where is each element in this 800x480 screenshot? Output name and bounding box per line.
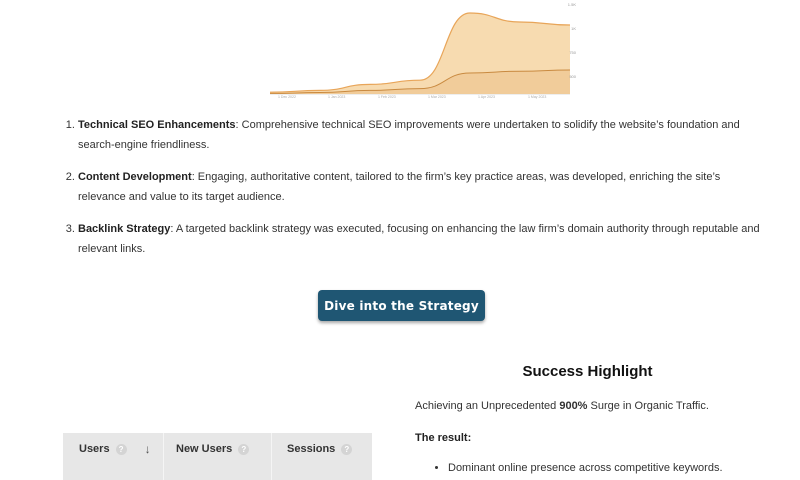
x-tick-label: 1 Jan 2023 (328, 95, 345, 99)
step-item-backlink-strategy: Backlink Strategy: A targeted backlink s… (78, 219, 768, 259)
help-icon[interactable]: ? (238, 444, 250, 455)
step-title: Backlink Strategy (78, 223, 171, 235)
highlight-summary-prefix: Achieving an Unprecedented (415, 400, 560, 412)
sort-descending-icon[interactable]: ↓ (145, 442, 151, 456)
traffic-chart-svg: 1.5K 1K 750 500 1 Dec 2022 1 Jan 2023 1 Feb 2… (269, 2, 577, 99)
column-header-new-users[interactable]: New Users ? (163, 433, 271, 480)
y-tick-label: 1.5K (568, 2, 577, 7)
help-icon[interactable]: ? (341, 444, 353, 455)
x-tick-label: 1 May 2023 (528, 95, 546, 99)
y-tick-label: 1K (571, 26, 576, 31)
column-label: Sessions (287, 443, 336, 455)
result-label: The result: (415, 432, 472, 444)
column-header-sessions[interactable]: Sessions ? (271, 433, 372, 480)
step-text: : A targeted backlink strategy was execu… (78, 223, 760, 255)
x-tick-label: 1 Apr 2023 (478, 95, 495, 99)
strategy-steps-list: Technical SEO Enhancements: Comprehensiv… (62, 115, 768, 271)
x-tick-label: 1 Feb 2023 (378, 95, 396, 99)
y-tick-label: 750 (569, 50, 576, 55)
x-tick-label: 1 Mar 2023 (428, 95, 446, 99)
x-tick-label: 1 Dec 2022 (278, 95, 296, 99)
highlight-summary: Achieving an Unprecedented 900% Surge in… (415, 400, 709, 412)
analytics-table-header: Users ? ↓ New Users ? Sessions ? (63, 433, 372, 480)
result-bullet-item: Dominant online presence across competit… (448, 462, 723, 474)
step-item-technical-seo: Technical SEO Enhancements: Comprehensiv… (78, 115, 768, 155)
column-label: Users (79, 443, 110, 455)
x-tick-labels: 1 Dec 2022 1 Jan 2023 1 Feb 2023 1 Mar 2023… (278, 95, 546, 99)
result-bullets: Dominant online presence across competit… (434, 462, 723, 474)
column-label: New Users (176, 443, 233, 455)
traffic-chart: 1.5K 1K 750 500 1 Dec 2022 1 Jan 2023 1 Feb 2… (208, 0, 580, 100)
help-icon[interactable]: ? (115, 444, 127, 455)
highlight-percentage: 900% (559, 400, 588, 412)
success-highlight-title: Success Highlight (522, 363, 653, 380)
step-item-content-development: Content Development: Engaging, authorita… (78, 167, 768, 207)
column-header-users[interactable]: Users ? ↓ (63, 433, 163, 480)
step-title: Content Development (78, 171, 192, 183)
y-tick-label: 500 (569, 74, 576, 79)
step-title: Technical SEO Enhancements (78, 119, 236, 131)
highlight-summary-suffix: Surge in Organic Traffic. (587, 400, 709, 412)
dive-into-strategy-button[interactable]: Dive into the Strategy (318, 290, 485, 321)
